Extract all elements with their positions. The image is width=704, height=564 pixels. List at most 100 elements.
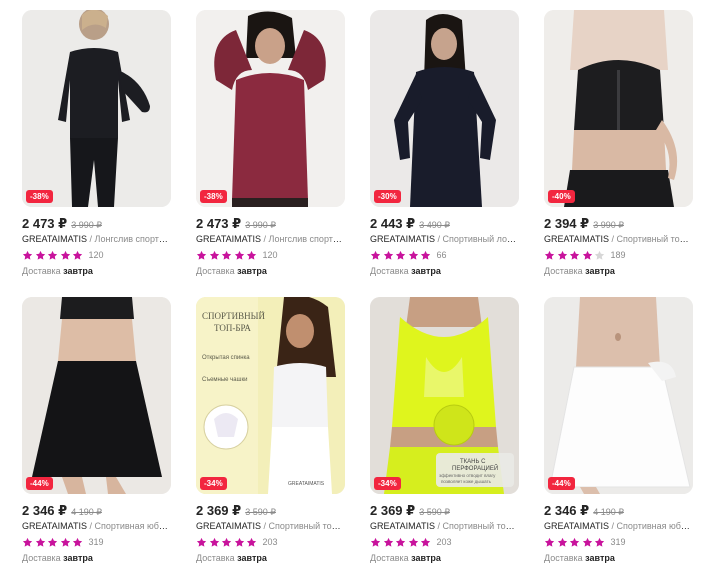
product-name[interactable]: GREATAIMATIS / Лонгслив спортивный <box>196 234 345 244</box>
product-name[interactable]: GREATAIMATIS / Спортивный топ бра <box>370 521 519 531</box>
review-count: 203 <box>436 537 452 547</box>
review-count: 189 <box>610 250 626 260</box>
product-photo[interactable]: -38% <box>22 10 171 207</box>
star-icon <box>22 537 33 547</box>
old-price: 4 190 ₽ <box>593 507 624 517</box>
product-name[interactable]: GREATAIMATIS / Спортивный лонгслив <box>370 234 519 244</box>
discount-badge: -30% <box>374 190 401 203</box>
product-photo[interactable]: -40% <box>544 10 693 207</box>
star-icon <box>221 537 232 547</box>
brand-name: GREATAIMATIS <box>22 521 88 531</box>
discount-badge: -44% <box>26 477 53 490</box>
star-icon <box>209 250 219 260</box>
promo-feature-2: Съемные чашки <box>202 377 247 383</box>
star-icon <box>420 250 431 260</box>
star-icon <box>383 250 393 260</box>
delivery-info: Доставка завтра <box>370 266 519 276</box>
star-icon <box>209 537 219 547</box>
promo-tag-1: ТКАНЬ С <box>460 459 486 465</box>
brand-name: GREATAIMATIS <box>544 234 610 244</box>
star-icon <box>557 250 567 260</box>
current-price: 2 369 ₽ <box>370 503 416 518</box>
star-icon <box>594 537 605 547</box>
star-icon <box>395 250 406 260</box>
review-count: 66 <box>436 250 447 260</box>
product-image <box>370 10 519 207</box>
product-name[interactable]: GREATAIMATIS / Лонгслив спортивный <box>22 234 171 244</box>
star-icon <box>72 250 83 260</box>
brand-name: GREATAIMATIS <box>370 234 436 244</box>
product-image <box>22 297 171 494</box>
product-name[interactable]: GREATAIMATIS / Спортивный топ бра <box>196 521 345 531</box>
product-photo[interactable]: ТКАНЬ С ПЕРФОРАЦИЕЙ эффективно отводит в… <box>370 297 519 494</box>
delivery-day: завтра <box>585 266 615 276</box>
product-image <box>22 10 171 207</box>
delivery-info: Доставка завтра <box>544 266 693 276</box>
delivery-info: Доставка завтра <box>196 553 345 563</box>
promo-heading-1: СПОРТИВНЫЙ <box>202 311 265 321</box>
brand-name: GREATAIMATIS <box>196 234 262 244</box>
star-icon <box>395 537 406 547</box>
product-title: / Спортивный топ бра <box>263 521 345 531</box>
product-name[interactable]: GREATAIMATIS / Спортивная юбка-шорты <box>22 521 171 531</box>
star-icon <box>383 537 393 547</box>
promo-heading-2: ТОП-БРА <box>214 323 251 333</box>
product-image <box>196 10 345 207</box>
product-card[interactable]: СПОРТИВНЫЙ ТОП-БРА Открытая спинка Съемн… <box>196 297 345 563</box>
product-image <box>544 297 693 494</box>
old-price: 3 590 ₽ <box>419 507 450 517</box>
review-count: 203 <box>262 537 278 547</box>
current-price: 2 443 ₽ <box>370 216 416 231</box>
product-title: / Спортивный топ-бра <box>611 234 693 244</box>
discount-badge: -38% <box>26 190 53 203</box>
promo-brand-tag: GREATAIMATIS <box>288 481 325 487</box>
rating: 319 <box>544 536 693 548</box>
brand-name: GREATAIMATIS <box>370 521 436 531</box>
current-price: 2 346 ₽ <box>22 503 68 518</box>
product-image: СПОРТИВНЫЙ ТОП-БРА Открытая спинка Съемн… <box>196 297 345 494</box>
product-grid: -38% 2 473 ₽3 990 ₽ GREATAIMATIS / Лонгс… <box>0 0 704 564</box>
old-price: 3 990 ₽ <box>71 220 102 230</box>
product-name[interactable]: GREATAIMATIS / Спортивная юбка-шорты <box>544 521 693 531</box>
star-icon <box>196 537 207 547</box>
product-card[interactable]: -30% 2 443 ₽3 490 ₽ GREATAIMATIS / Спорт… <box>370 10 519 276</box>
brand-name: GREATAIMATIS <box>22 234 88 244</box>
product-card[interactable]: ТКАНЬ С ПЕРФОРАЦИЕЙ эффективно отводит в… <box>370 297 519 563</box>
product-card[interactable]: -38% 2 473 ₽3 990 ₽ GREATAIMATIS / Лонгс… <box>196 10 345 276</box>
product-photo[interactable]: -44% <box>544 297 693 494</box>
product-title: / Спортивная юбка-шорты <box>611 521 693 531</box>
star-icon <box>557 537 567 547</box>
price-row: 2 473 ₽3 990 ₽ <box>196 215 345 231</box>
product-photo[interactable]: СПОРТИВНЫЙ ТОП-БРА Открытая спинка Съемн… <box>196 297 345 494</box>
promo-tag-2: ПЕРФОРАЦИЕЙ <box>452 464 498 472</box>
product-card[interactable]: -40% 2 394 ₽3 990 ₽ GREATAIMATIS / Спорт… <box>544 10 693 276</box>
product-image <box>544 10 693 207</box>
old-price: 3 990 ₽ <box>593 220 624 230</box>
star-icon <box>544 250 555 260</box>
star-icon <box>47 537 58 547</box>
star-icon <box>196 250 207 260</box>
old-price: 3 590 ₽ <box>245 507 276 517</box>
product-name[interactable]: GREATAIMATIS / Спортивный топ-бра <box>544 234 693 244</box>
delivery-label: Доставка <box>370 553 409 563</box>
product-photo[interactable]: -30% <box>370 10 519 207</box>
star-icon <box>60 537 70 547</box>
product-photo[interactable]: -44% <box>22 297 171 494</box>
rating: 66 <box>370 249 519 261</box>
product-card[interactable]: -44% 2 346 ₽4 190 ₽ GREATAIMATIS / Спорт… <box>22 297 171 563</box>
star-icon <box>72 537 83 547</box>
star-icon <box>370 250 381 260</box>
product-card[interactable]: -38% 2 473 ₽3 990 ₽ GREATAIMATIS / Лонгс… <box>22 10 171 276</box>
star-icon <box>569 537 580 547</box>
star-icon <box>594 250 605 260</box>
delivery-label: Доставка <box>196 266 235 276</box>
delivery-day: завтра <box>63 553 93 563</box>
product-title: / Спортивный топ бра <box>437 521 519 531</box>
brand-name: GREATAIMATIS <box>196 521 262 531</box>
delivery-day: завтра <box>411 266 441 276</box>
product-photo[interactable]: -38% <box>196 10 345 207</box>
price-row: 2 473 ₽3 990 ₽ <box>22 215 171 231</box>
product-card[interactable]: -44% 2 346 ₽4 190 ₽ GREATAIMATIS / Спорт… <box>544 297 693 563</box>
rating: 120 <box>196 249 345 261</box>
promo-tag-4: позволяет коже дышать <box>441 479 492 484</box>
